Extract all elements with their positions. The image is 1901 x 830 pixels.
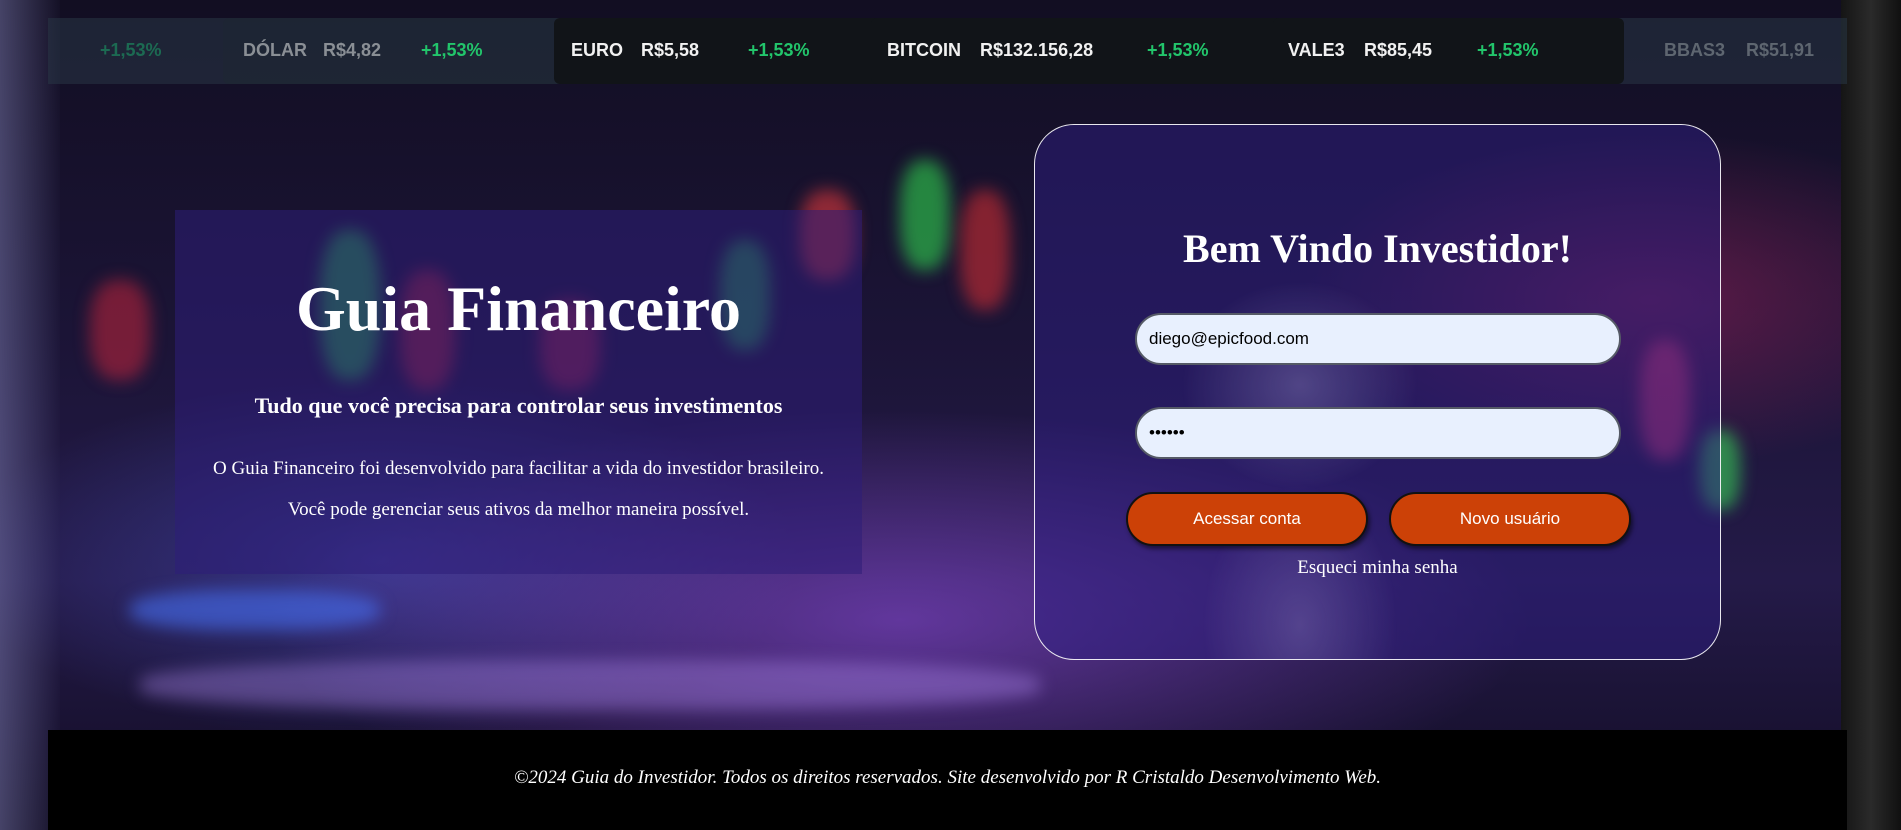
ticker-name: EURO [571,40,624,60]
intro-description-line-1: O Guia Financeiro foi desenvolvido para … [213,458,824,479]
footer-copyright: ©2024 Guia do Investidor. Todos os direi… [513,767,1382,788]
password-field[interactable] [1135,407,1621,459]
ticker-price: R$85,45 [1364,40,1433,60]
ticker-change: +1,53% [421,40,483,60]
ticker-name: BITCOIN [887,40,961,60]
intro-description-line-2: Você pode gerenciar seus ativos da melho… [287,499,750,520]
forgot-password-link[interactable]: Esqueci minha senha [1035,557,1720,579]
footer: ©2024 Guia do Investidor. Todos os direi… [48,730,1847,830]
ticker-item-dolar: DÓLAR R$4,82 +1,53% [223,18,573,84]
ticker-price: R$51,91 [1746,40,1815,60]
login-heading: Bem Vindo Investidor! [1183,226,1572,271]
ticker-change: +1,53% [1147,40,1209,60]
ticker-item-vale3: VALE3 R$85,45 +1,53% [1273,18,1624,84]
ticker-name: DÓLAR [243,40,307,60]
new-user-button[interactable]: Novo usuário [1389,492,1631,546]
site-subtitle: Tudo que você precisa para controlar seu… [254,393,783,418]
ticker-item-bitcoin: BITCOIN R$132.156,28 +1,53% [871,18,1292,84]
ticker-change: +1,53% [100,40,162,60]
login-button[interactable]: Acessar conta [1126,492,1368,546]
ticker-price: R$5,58 [641,40,700,60]
ticker-change: +1,53% [748,40,810,60]
intro-panel: Guia Financeiro Tudo que você precisa pa… [175,210,862,574]
stock-ticker: +1,53% DÓLAR R$4,82 +1,53% EURO R$5,58 +… [48,18,1847,84]
ticker-change: +1,53% [1477,40,1539,60]
site-title: Guia Financeiro [295,273,742,344]
ticker-name: BBAS3 [1664,40,1726,60]
login-card: Bem Vindo Investidor! Acessar conta Novo… [1034,124,1721,660]
ticker-item-bbas3: BBAS3 R$51,91 [1626,18,1847,84]
ticker-item: +1,53% [48,18,218,84]
email-field[interactable] [1135,313,1621,365]
ticker-name: VALE3 [1288,40,1345,60]
ticker-price: R$132.156,28 [980,40,1094,60]
ticker-price: R$4,82 [323,40,382,60]
ticker-item-euro: EURO R$5,58 +1,53% [554,18,887,84]
